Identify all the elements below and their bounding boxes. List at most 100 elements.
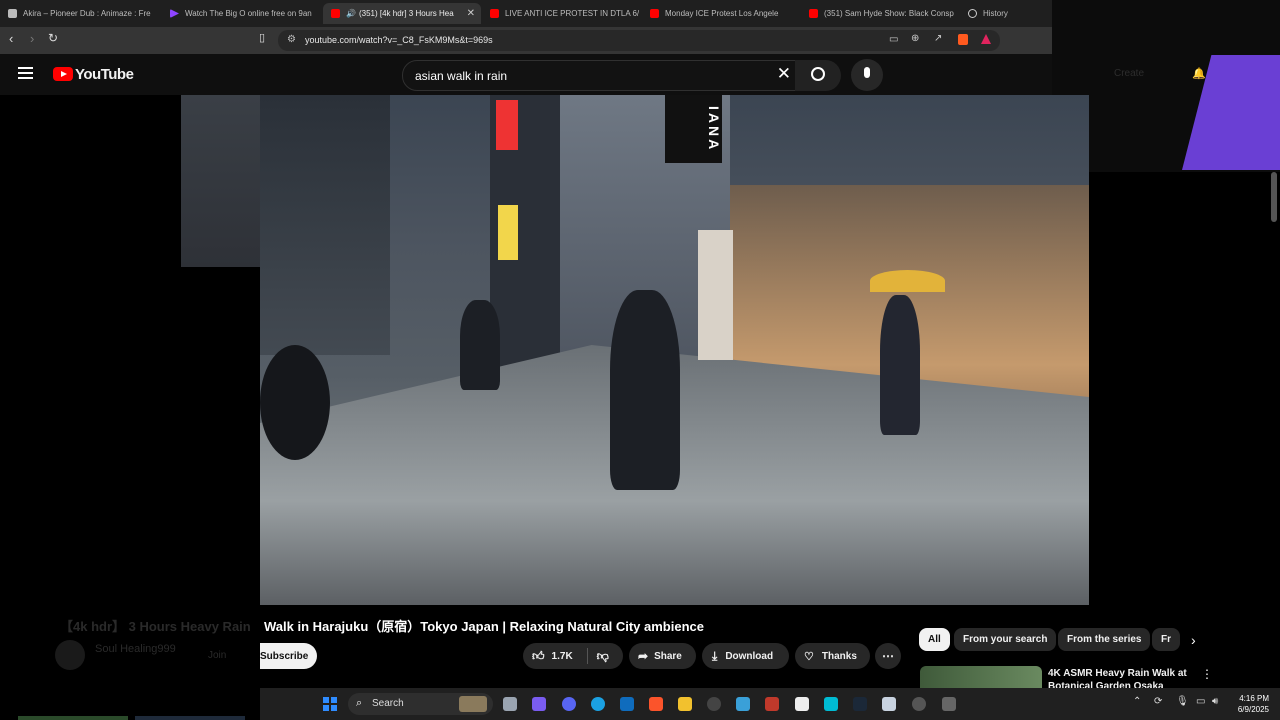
bookmark-icon[interactable]: ▯ — [259, 31, 265, 44]
share-button[interactable]: ➦ Share — [629, 643, 696, 669]
tab-label: LIVE ANTI ICE PROTEST IN DTLA 6/ — [505, 9, 640, 18]
chevron-right-icon[interactable]: › — [1191, 632, 1196, 648]
tab-current-video[interactable]: 🔊 (351) [4k hdr] 3 Hours Hea ✕ — [323, 3, 481, 24]
app-icon-3[interactable] — [765, 697, 779, 711]
edge-icon[interactable] — [591, 697, 605, 711]
tab-label: (351) Sam Hyde Show: Black Consp — [824, 9, 954, 18]
search-highlight-icon — [459, 696, 487, 712]
browser-tab-bar: Akira – Pioneer Dub : Animaze : Fre Watc… — [0, 0, 1052, 27]
download-label: Download — [725, 650, 774, 662]
outlook-icon[interactable] — [620, 697, 634, 711]
like-icon[interactable]: 👍︎ — [532, 649, 545, 664]
search-button[interactable] — [795, 60, 841, 91]
brave-icon[interactable] — [649, 697, 663, 711]
cast-icon[interactable]: ▭ — [889, 34, 898, 45]
chrome-icon[interactable] — [912, 697, 926, 711]
like-count[interactable]: 1.7K — [552, 651, 573, 662]
chip-truncated[interactable]: Fr — [1152, 628, 1180, 651]
more-icon: ⋯ — [882, 649, 894, 663]
address-bar[interactable]: ⚙ youtube.com/watch?v=_C8_FsKM9Ms&t=969s… — [278, 30, 1000, 51]
tab-dtla-protest[interactable]: LIVE ANTI ICE PROTEST IN DTLA 6/ — [482, 3, 640, 24]
chip-from-your-search[interactable]: From your search — [954, 628, 1057, 651]
play-icon — [170, 9, 179, 18]
tray-sync-icon[interactable]: ⟳ — [1154, 696, 1162, 707]
volume-icon[interactable]: 🔊︎ — [1212, 696, 1218, 707]
video-preview-edge — [181, 95, 260, 267]
chip-from-the-series[interactable]: From the series — [1058, 628, 1151, 651]
steam-icon[interactable] — [853, 697, 867, 711]
dislike-icon[interactable]: 👎︎ — [597, 649, 609, 664]
tab-history[interactable]: History — [960, 3, 1040, 24]
ghost-element — [18, 716, 128, 720]
subscribe-button[interactable]: Subscribe — [260, 643, 317, 669]
create-button[interactable]: Create — [1114, 68, 1144, 79]
back-icon[interactable]: ‹ — [9, 31, 13, 46]
share-page-icon[interactable]: ↗ — [934, 33, 942, 44]
app-icon-5[interactable] — [942, 697, 956, 711]
app-icon-2[interactable] — [736, 697, 750, 711]
video-title: Walk in Harajuku（原宿）Tokyo Japan | Relaxi… — [264, 619, 704, 634]
store-sign: IANA — [665, 95, 722, 163]
discord-icon[interactable] — [562, 697, 576, 711]
yellow-sign — [498, 205, 518, 260]
task-view-icon[interactable] — [503, 697, 517, 711]
reload-icon[interactable]: ↻ — [48, 31, 58, 45]
tab-akira[interactable]: Akira – Pioneer Dub : Animaze : Fre — [0, 3, 160, 24]
taskbar-search[interactable]: ⌕ Search — [348, 693, 493, 715]
search-input[interactable]: asian walk in rain — [415, 69, 507, 83]
chip-label: All — [928, 634, 941, 645]
windows-taskbar: ⌕ Search ⌃ ⟳ 🎙︎ ▭ 🔊︎ 4:16 PM 6/9/2025 — [260, 688, 1280, 720]
youtube-logo-icon[interactable] — [53, 67, 73, 81]
app-icon-4[interactable] — [824, 697, 838, 711]
channel-name[interactable]: Soul Healing999 — [95, 643, 176, 655]
download-button[interactable]: ⤓ Download — [702, 643, 789, 669]
voice-search-button[interactable] — [851, 59, 883, 91]
youtube-header: YouTube asian walk in rain ✕ — [0, 54, 1052, 95]
menu-icon[interactable] — [18, 67, 33, 79]
forward-icon[interactable]: › — [30, 31, 34, 46]
tray-mic-icon[interactable]: 🎙︎ — [1176, 696, 1189, 707]
url-text[interactable]: youtube.com/watch?v=_C8_FsKM9Ms&t=969s — [305, 35, 493, 45]
chip-label: Fr — [1161, 634, 1171, 645]
chip-label: From the series — [1067, 634, 1142, 645]
history-icon — [968, 9, 977, 18]
system-clock[interactable]: 4:16 PM 6/9/2025 — [1238, 693, 1269, 715]
ad-poster — [698, 230, 733, 360]
clock-date: 6/9/2025 — [1237, 705, 1269, 714]
clear-search-icon[interactable]: ✕ — [777, 64, 791, 84]
tray-chevron-icon[interactable]: ⌃ — [1133, 696, 1141, 707]
thanks-button[interactable]: ♡ Thanks — [795, 643, 870, 669]
close-tab-icon[interactable]: ✕ — [467, 8, 475, 19]
copilot-icon[interactable] — [532, 697, 546, 711]
tab-big-o[interactable]: Watch The Big O online free on 9an — [162, 3, 320, 24]
brave-rewards-icon[interactable] — [981, 34, 991, 44]
notifications-icon[interactable]: 🔔 — [1192, 67, 1206, 80]
scrollbar-thumb[interactable] — [1271, 172, 1277, 222]
document-icon[interactable] — [795, 697, 809, 711]
tab-sam-hyde[interactable]: (351) Sam Hyde Show: Black Consp — [801, 3, 959, 24]
clock-time: 4:16 PM — [1239, 694, 1269, 703]
join-button[interactable]: Join — [208, 650, 226, 661]
file-explorer-icon[interactable] — [678, 697, 692, 711]
network-icon[interactable]: ▭ — [1196, 696, 1205, 707]
windows-start-icon[interactable] — [323, 697, 337, 711]
zoom-icon[interactable]: ⊕ — [911, 33, 919, 44]
share-icon: ➦ — [638, 649, 649, 663]
video-player[interactable]: IANA — [260, 95, 1089, 605]
recommended-menu-icon[interactable]: ⋮ — [1201, 667, 1213, 681]
tab-ice-protest[interactable]: Monday ICE Protest Los Angele — [642, 3, 800, 24]
brave-shield-icon[interactable] — [958, 34, 968, 45]
site-info-icon[interactable]: ⚙ — [287, 34, 296, 45]
recommended-thumbnail[interactable] — [920, 666, 1042, 688]
youtube-icon — [490, 9, 499, 18]
share-label: Share — [654, 650, 682, 662]
chip-all[interactable]: All — [919, 628, 950, 651]
mic-icon — [864, 67, 870, 78]
app-icon[interactable] — [707, 697, 721, 711]
pedestrian-group — [880, 295, 920, 435]
notepad-icon[interactable] — [882, 697, 896, 711]
youtube-logo-text[interactable]: YouTube — [75, 66, 134, 83]
more-actions-button[interactable]: ⋯ — [875, 643, 901, 669]
search-box[interactable]: asian walk in rain ✕ — [402, 60, 796, 91]
channel-avatar[interactable] — [55, 640, 85, 670]
